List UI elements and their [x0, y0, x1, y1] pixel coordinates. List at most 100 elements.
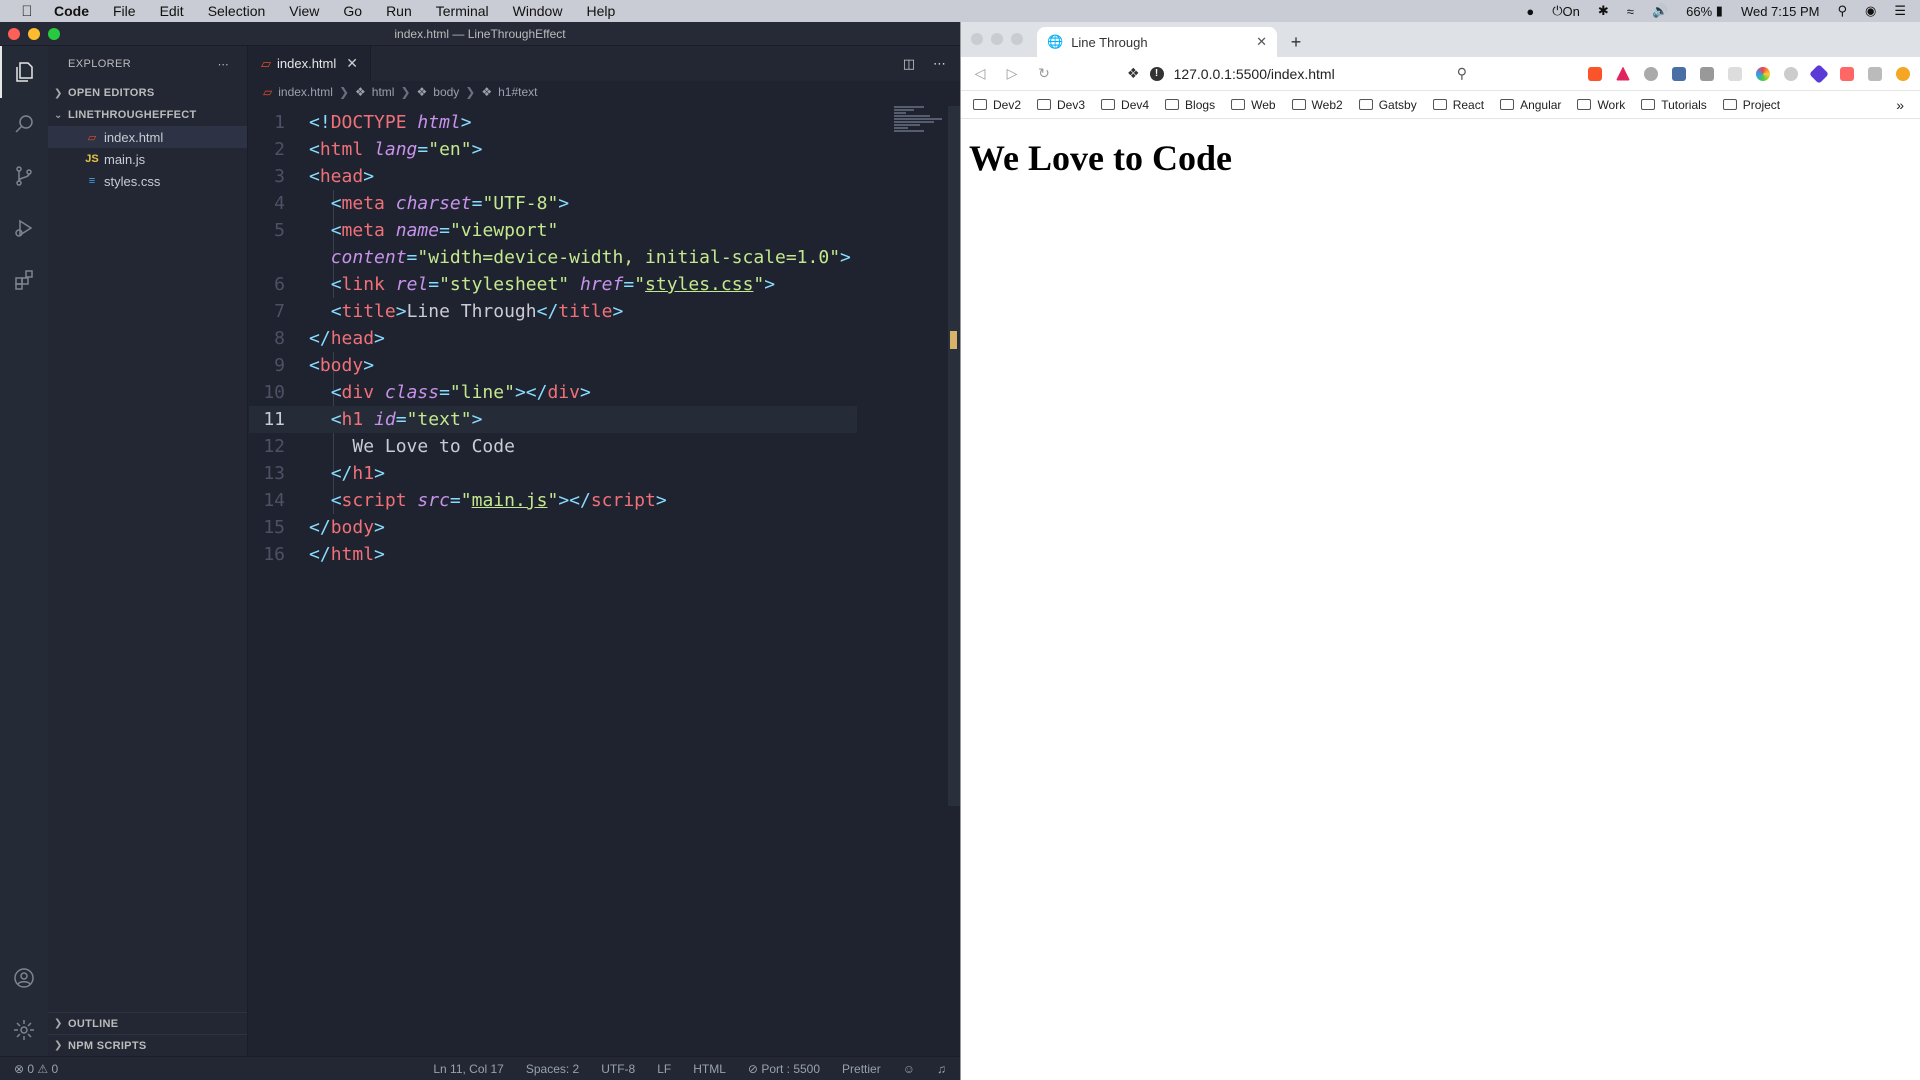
- breadcrumb-item[interactable]: body: [433, 85, 459, 99]
- back-arrow-icon[interactable]: ◁: [971, 65, 989, 82]
- menu-edit[interactable]: Edit: [148, 3, 196, 19]
- menu-selection[interactable]: Selection: [196, 3, 278, 19]
- bookmark-icon[interactable]: ❖: [1127, 65, 1140, 82]
- explorer-icon[interactable]: [0, 46, 48, 98]
- menu-run[interactable]: Run: [374, 3, 424, 19]
- apple-icon[interactable]: : [0, 3, 54, 20]
- recording-icon[interactable]: ●: [1526, 4, 1534, 19]
- battery-status[interactable]: 66% ▮: [1686, 3, 1723, 19]
- prettier-status[interactable]: Prettier: [842, 1062, 881, 1076]
- menu-file[interactable]: File: [101, 3, 148, 19]
- url-text[interactable]: 127.0.0.1:5500/index.html: [1174, 66, 1335, 82]
- code-line[interactable]: 13 </h1>: [249, 460, 960, 487]
- close-tab-icon[interactable]: ✕: [346, 55, 358, 72]
- project-folder-section[interactable]: ⌄ LINETHROUGHEFFECT: [48, 104, 247, 126]
- extension-icon[interactable]: [1700, 66, 1714, 81]
- indentation-status[interactable]: Spaces: 2: [526, 1062, 579, 1076]
- search-icon[interactable]: [0, 98, 48, 150]
- code-line[interactable]: 10 <div class="line"></div>: [249, 379, 960, 406]
- editor-scrollbar[interactable]: [948, 106, 960, 806]
- zoom-window-button[interactable]: [1011, 33, 1023, 45]
- brave-rewards-icon[interactable]: [1616, 66, 1630, 81]
- menu-view[interactable]: View: [277, 3, 331, 19]
- tab-index-html[interactable]: ▱ index.html ✕: [249, 46, 371, 81]
- color-picker-icon[interactable]: [1756, 66, 1770, 81]
- bookmark-folder[interactable]: Dev3: [1037, 98, 1085, 112]
- code-line[interactable]: 1 <!DOCTYPE html>: [249, 109, 960, 136]
- file-item-index-html[interactable]: ▱ index.html: [48, 126, 247, 148]
- split-editor-icon[interactable]: ◫: [903, 56, 915, 72]
- manage-gear-icon[interactable]: [0, 1004, 48, 1056]
- menu-app-name[interactable]: Code: [54, 3, 101, 19]
- code-line[interactable]: 15 </body>: [249, 514, 960, 541]
- encoding-status[interactable]: UTF-8: [601, 1062, 635, 1076]
- npm-scripts-section[interactable]: ❯ NPM SCRIPTS: [48, 1034, 247, 1056]
- menu-terminal[interactable]: Terminal: [424, 3, 501, 19]
- accounts-icon[interactable]: [0, 952, 48, 1004]
- bookmark-folder[interactable]: Gatsby: [1358, 98, 1417, 112]
- file-item-styles-css[interactable]: ≡ styles.css: [48, 170, 247, 192]
- code-line[interactable]: content="width=device-width, initial-sca…: [249, 244, 960, 271]
- reading-list-icon[interactable]: [1868, 66, 1882, 81]
- bookmark-folder[interactable]: Web2: [1291, 98, 1343, 112]
- bookmark-folder[interactable]: Web: [1231, 98, 1276, 112]
- focus-status[interactable]: ⏻ On: [1552, 3, 1580, 19]
- code-area[interactable]: 1 <!DOCTYPE html> 2 <html lang="en"> 3 <hea…: [249, 109, 960, 568]
- control-center-icon[interactable]: ☰: [1894, 3, 1906, 19]
- live-server-port[interactable]: ⊘ Port : 5500: [748, 1062, 820, 1076]
- volume-icon[interactable]: 🔊: [1652, 3, 1668, 19]
- bluetooth-icon[interactable]: ✱: [1598, 3, 1609, 19]
- code-line[interactable]: 6 <link rel="stylesheet" href="styles.cs…: [249, 271, 960, 298]
- code-line[interactable]: 3 <head>: [249, 163, 960, 190]
- feedback-icon[interactable]: ☺: [903, 1062, 915, 1076]
- breadcrumb-item[interactable]: h1#text: [498, 85, 537, 99]
- language-mode[interactable]: HTML: [693, 1062, 726, 1076]
- siri-icon[interactable]: ◉: [1865, 3, 1876, 19]
- code-line[interactable]: 5 <meta name="viewport": [249, 217, 960, 244]
- menu-help[interactable]: Help: [574, 3, 627, 19]
- more-actions-icon[interactable]: ⋯: [933, 56, 946, 72]
- close-tab-icon[interactable]: ✕: [1256, 34, 1267, 50]
- source-control-icon[interactable]: [0, 150, 48, 202]
- brave-shield-icon[interactable]: [1588, 66, 1602, 81]
- site-info-icon[interactable]: !: [1149, 66, 1164, 81]
- breadcrumb-item[interactable]: html: [372, 85, 395, 99]
- bookmark-folder[interactable]: Work: [1577, 98, 1625, 112]
- reload-icon[interactable]: ↻: [1035, 65, 1053, 82]
- extension-icon[interactable]: [1672, 66, 1686, 81]
- eol-status[interactable]: LF: [657, 1062, 671, 1076]
- notifications-bell-icon[interactable]: ♫: [937, 1062, 946, 1076]
- bookmark-folder[interactable]: Blogs: [1165, 98, 1215, 112]
- bookmark-folder[interactable]: React: [1432, 98, 1484, 112]
- code-line[interactable]: 16 </html>: [249, 541, 960, 568]
- code-line[interactable]: 4 <meta charset="UTF-8">: [249, 190, 960, 217]
- extension-icon[interactable]: [1644, 66, 1658, 81]
- code-line[interactable]: 2 <html lang="en">: [249, 136, 960, 163]
- code-line[interactable]: 7 <title>Line Through</title>: [249, 298, 960, 325]
- cursor-position[interactable]: Ln 11, Col 17: [433, 1062, 504, 1076]
- code-line[interactable]: 14 <script src="main.js"></script>: [249, 487, 960, 514]
- spotlight-search-icon[interactable]: ⚲: [1837, 3, 1847, 19]
- menu-go[interactable]: Go: [331, 3, 374, 19]
- run-debug-icon[interactable]: [0, 202, 48, 254]
- clock[interactable]: Wed 7:15 PM: [1741, 4, 1820, 19]
- bookmark-folder[interactable]: Dev4: [1101, 98, 1149, 112]
- outline-section[interactable]: ❯ OUTLINE: [48, 1012, 247, 1034]
- bookmark-folder[interactable]: Tutorials: [1641, 98, 1707, 112]
- extensions-icon[interactable]: [0, 254, 48, 306]
- code-line[interactable]: 9 <body>: [249, 352, 960, 379]
- menu-window[interactable]: Window: [501, 3, 575, 19]
- problems-status[interactable]: ⊗ 0 ⚠ 0: [0, 1062, 58, 1076]
- extension-icon[interactable]: [1840, 66, 1854, 81]
- profile-avatar-icon[interactable]: [1896, 66, 1910, 81]
- wifi-icon[interactable]: ≈: [1627, 4, 1634, 19]
- code-line[interactable]: 12 We Love to Code: [249, 433, 960, 460]
- forward-arrow-icon[interactable]: ▷: [1003, 65, 1021, 82]
- more-bookmarks-icon[interactable]: »: [1896, 97, 1920, 113]
- file-item-main-js[interactable]: JS main.js: [48, 148, 247, 170]
- extension-icon[interactable]: [1728, 66, 1742, 81]
- bookmark-folder[interactable]: Angular: [1500, 98, 1561, 112]
- extension-icon[interactable]: [1809, 63, 1829, 84]
- extension-icon[interactable]: [1784, 66, 1798, 81]
- breadcrumb-item[interactable]: index.html: [278, 85, 333, 99]
